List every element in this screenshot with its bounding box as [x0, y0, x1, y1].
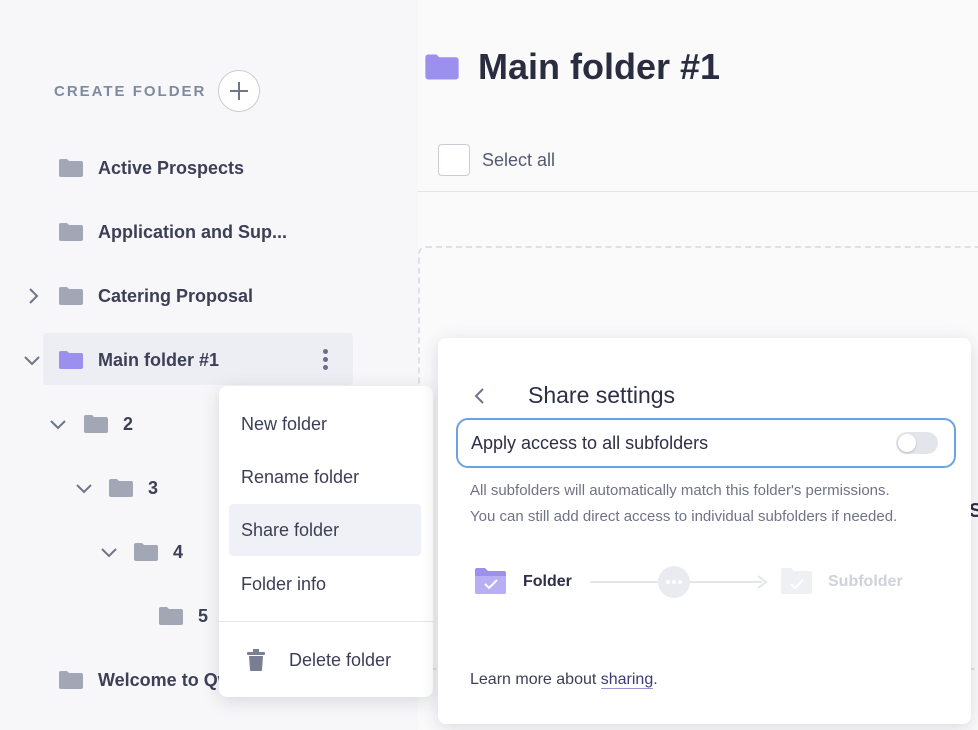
folder-icon: [59, 671, 83, 689]
chevron-down-icon[interactable]: [74, 479, 94, 499]
folder-item-welcome[interactable]: Welcome to Qw: [58, 657, 232, 703]
delete-folder-label: Delete folder: [289, 649, 392, 670]
folder-item-application[interactable]: Application and Sup...: [58, 209, 287, 255]
chevron-right-icon[interactable]: [24, 286, 44, 306]
page-title: Main folder #1: [478, 46, 721, 87]
folder-label: 2: [123, 413, 134, 434]
folder-label: 4: [173, 541, 184, 562]
main-header: Main folder #1: [424, 46, 720, 88]
folder-icon: [59, 159, 83, 177]
chevron-down-icon[interactable]: [48, 415, 68, 435]
folder-icon: [425, 54, 459, 80]
folder-item-2[interactable]: 2: [83, 401, 133, 447]
share-settings-title: Share settings: [528, 382, 676, 408]
apply-access-toggle[interactable]: [896, 432, 938, 454]
diagram-folder-label: Folder: [523, 573, 572, 590]
description-line-2: You can still add direct access to indiv…: [470, 508, 898, 525]
select-all[interactable]: Select all: [438, 144, 555, 176]
folder-icon: [84, 415, 108, 433]
subfolder-check-icon: [781, 568, 812, 594]
folder-item-main-folder-1[interactable]: Main folder #1: [58, 337, 219, 383]
menu-divider: [219, 621, 433, 622]
menu-item-folder-info[interactable]: Folder info: [229, 559, 421, 609]
create-folder-label: CREATE FOLDER: [54, 82, 207, 100]
folder-item-5[interactable]: 5: [158, 593, 208, 639]
folder-label: Welcome to Qw: [98, 669, 232, 690]
folder-label: Active Prospects: [98, 157, 245, 178]
menu-item-delete-folder[interactable]: Delete folder: [229, 635, 421, 685]
folder-label: Application and Sup...: [98, 221, 287, 242]
folder-label: 5: [198, 605, 209, 626]
chevron-down-icon[interactable]: [99, 543, 119, 563]
menu-item-new-folder[interactable]: New folder: [229, 399, 421, 449]
menu-item-rename-folder[interactable]: Rename folder: [229, 452, 421, 502]
folder-item-catering-proposal[interactable]: Catering Proposal: [58, 273, 253, 319]
folder-item-active-prospects[interactable]: Active Prospects: [58, 145, 244, 191]
more-options-icon[interactable]: [318, 347, 332, 373]
description-line-1: All subfolders will automatically match …: [470, 482, 890, 499]
select-all-label: Select all: [482, 149, 556, 170]
create-folder: CREATE FOLDER: [54, 70, 261, 112]
folder-icon: [134, 543, 158, 561]
toggle-knob: [898, 434, 916, 452]
learn-more-text: Learn more about: [470, 671, 601, 688]
divider: [418, 191, 978, 192]
folder-icon: [159, 607, 183, 625]
apply-access-row[interactable]: Apply access to all subfolders: [456, 418, 956, 468]
back-icon[interactable]: [472, 386, 488, 406]
share-settings-panel: Share settings Apply access to all subfo…: [438, 338, 971, 724]
inheritance-diagram: Folder Subfolder: [474, 564, 934, 600]
folder-icon: [59, 223, 83, 241]
folder-label: Main folder #1: [98, 349, 220, 370]
folder-icon: [109, 479, 133, 497]
menu-item-share-folder[interactable]: Share folder: [229, 504, 421, 556]
folder-label: Catering Proposal: [98, 285, 254, 306]
select-all-checkbox[interactable]: [438, 144, 470, 176]
folder-icon: [59, 287, 83, 305]
chevron-down-icon[interactable]: [22, 351, 42, 371]
folder-context-menu: New folder Rename folder Share folder Fo…: [219, 386, 433, 697]
learn-more-period: .: [653, 671, 658, 688]
sharing-link[interactable]: sharing: [600, 671, 654, 689]
apply-access-label: Apply access to all subfolders: [471, 432, 709, 453]
folder-check-icon: [475, 568, 506, 594]
folder-item-3[interactable]: 3: [108, 465, 158, 511]
folder-icon: [59, 351, 83, 369]
connector-arrow-icon: [590, 566, 768, 598]
folder-label: 3: [148, 477, 159, 498]
trash-icon: [247, 649, 265, 671]
create-folder-button[interactable]: [218, 70, 261, 112]
diagram-subfolder-label: Subfolder: [828, 573, 903, 590]
folder-item-4[interactable]: 4: [133, 529, 183, 575]
learn-more: Learn more about sharing.: [470, 671, 658, 689]
